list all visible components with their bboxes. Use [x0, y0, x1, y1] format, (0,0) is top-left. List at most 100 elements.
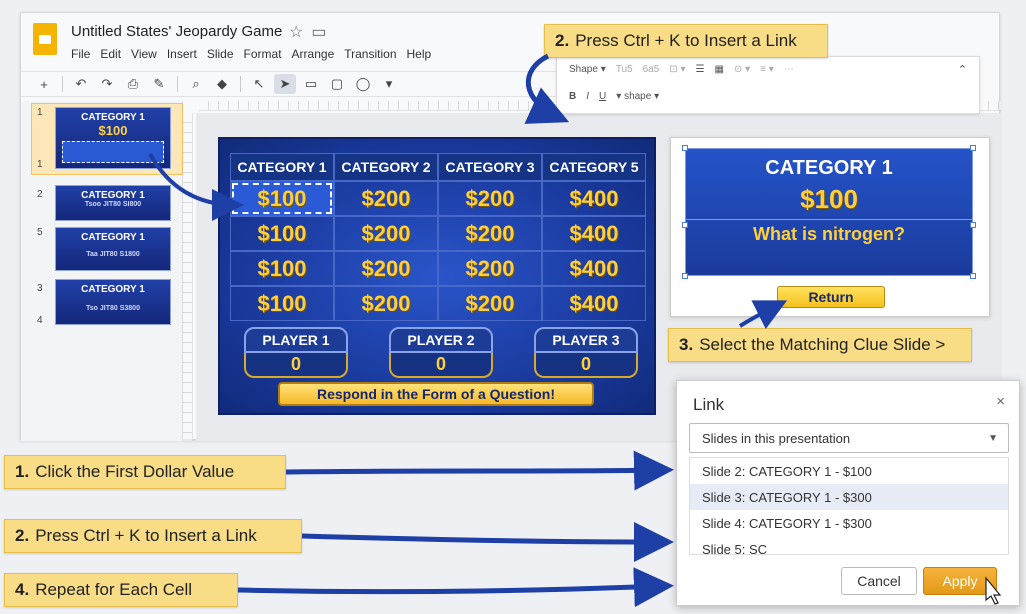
menu-transition[interactable]: Transition	[344, 47, 396, 61]
paint-format-icon[interactable]: ✎	[148, 74, 170, 94]
dollar-cell[interactable]: $200	[438, 216, 542, 251]
board-row: $100 $200 $200 $400	[230, 181, 646, 216]
jeopardy-board-slide[interactable]: CATEGORY 1 CATEGORY 2 CATEGORY 3 CATEGOR…	[218, 137, 656, 415]
more-icon[interactable]: ⋯	[784, 64, 794, 75]
dollar-cell[interactable]: $100	[230, 286, 334, 321]
menu-arrange[interactable]: Arrange	[292, 47, 335, 61]
clue-divider	[686, 219, 972, 220]
clue-slide[interactable]: CATEGORY 1 $100 What is nitrogen? Return	[670, 137, 990, 317]
image-icon[interactable]: ▢	[326, 74, 348, 94]
dialog-title: Link	[693, 395, 725, 414]
menu-file[interactable]: File	[71, 47, 90, 61]
bold-button[interactable]: B	[569, 91, 576, 102]
menu-insert[interactable]: Insert	[167, 47, 197, 61]
textbox-icon[interactable]: ▭	[300, 74, 322, 94]
font-size-icon-2[interactable]: 6a5	[643, 64, 660, 75]
document-title[interactable]: Untitled States' Jeopardy Game	[71, 23, 282, 40]
slide-option-highlighted[interactable]: Slide 3: CATEGORY 1 - $300	[690, 484, 1008, 510]
title-icons: ☆▭	[289, 22, 334, 42]
underline-button[interactable]: U	[599, 91, 606, 102]
resize-handle[interactable]	[970, 273, 976, 279]
cancel-button[interactable]: Cancel	[841, 567, 917, 595]
menu-view[interactable]: View	[131, 47, 157, 61]
player-score: 0	[389, 353, 493, 378]
dollar-cell[interactable]: $200	[438, 181, 542, 216]
shape-dropdown[interactable]: Shape ▾	[569, 64, 606, 75]
redo-icon[interactable]: ↷	[96, 74, 118, 94]
menu-slide[interactable]: Slide	[207, 47, 234, 61]
slide-option[interactable]: Slide 4: CATEGORY 1 - $300	[690, 510, 1008, 536]
arrow-step-1	[285, 450, 674, 491]
slide-option[interactable]: Slide 5: SC	[690, 536, 1008, 562]
dollar-cell[interactable]: $200	[438, 251, 542, 286]
dollar-cell[interactable]: $400	[542, 286, 646, 321]
close-icon[interactable]: ×	[996, 393, 1005, 410]
dollar-cell[interactable]: $400	[542, 181, 646, 216]
shape-icon[interactable]: ◯	[352, 74, 374, 94]
thumbnail-image: CATEGORY 1 Tsoo JIT80 SI800	[55, 185, 171, 221]
dollar-cell[interactable]: $400	[542, 251, 646, 286]
apply-button[interactable]: Apply	[923, 567, 997, 595]
clue-value: $100	[800, 184, 858, 214]
resize-handle[interactable]	[970, 145, 976, 151]
new-slide-icon[interactable]: +	[33, 74, 55, 94]
link-source-select[interactable]: Slides in this presentation ▼	[689, 423, 1009, 453]
thumbnail-slide-2[interactable]: 2 CATEGORY 1 Tsoo JIT80 SI800	[25, 185, 175, 225]
slide-option[interactable]: Slide 2: CATEGORY 1 - $100	[690, 458, 1008, 484]
slides-logo-icon[interactable]	[33, 23, 57, 55]
arrow-step-2	[301, 521, 674, 562]
thumbnail-slide-5[interactable]: 5 CATEGORY 1 Taa JIT80 S1800	[25, 227, 175, 273]
players-row: PLAYER 1 0 PLAYER 2 0 PLAYER 3 0	[244, 327, 638, 378]
menu-help[interactable]: Help	[407, 47, 432, 61]
dollar-cell[interactable]: $200	[438, 286, 542, 321]
select-tool-icon[interactable]: ➤	[274, 74, 296, 94]
thumbnail-number: 1	[37, 159, 43, 170]
dollar-cell[interactable]: $200	[334, 286, 438, 321]
undo-icon[interactable]: ↶	[70, 74, 92, 94]
board-header-row: CATEGORY 1 CATEGORY 2 CATEGORY 3 CATEGOR…	[230, 153, 646, 181]
arrow-step-4	[237, 567, 674, 608]
resize-handle[interactable]	[682, 273, 688, 279]
callout-text: Select the Matching Clue Slide >	[699, 335, 946, 354]
collapse-icon[interactable]: ⌃	[958, 63, 967, 76]
clue-box[interactable]: CATEGORY 1 $100 What is nitrogen?	[685, 148, 973, 276]
thumbnail-image: CATEGORY 1 Taa JIT80 S1800	[55, 227, 171, 271]
line-icon[interactable]: ▾	[378, 74, 400, 94]
align-icon[interactable]: ☰	[695, 64, 704, 75]
font-size-icon[interactable]: Tu5	[616, 64, 633, 75]
resize-handle[interactable]	[682, 222, 688, 228]
menu-format[interactable]: Format	[244, 47, 282, 61]
fill-icon[interactable]: ◆	[211, 74, 233, 94]
board-grid: CATEGORY 1 CATEGORY 2 CATEGORY 3 CATEGOR…	[230, 153, 646, 321]
dollar-cell[interactable]: $400	[542, 216, 646, 251]
player-score: 0	[534, 353, 638, 378]
callout-number: 1.	[15, 462, 30, 481]
dollar-cell[interactable]: $200	[334, 251, 438, 286]
menu-edit[interactable]: Edit	[100, 47, 121, 61]
folder-icon[interactable]: ▭	[311, 24, 334, 41]
callout-step-2: 2. Press Ctrl + K to Insert a Link	[4, 519, 302, 553]
dollar-cell[interactable]: $200	[334, 181, 438, 216]
resize-handle[interactable]	[682, 145, 688, 151]
zoom-icon[interactable]: ⌕	[185, 74, 207, 94]
spacing-icon[interactable]: ≡ ▾	[760, 64, 774, 75]
border-icon[interactable]: ⊡ ▾	[669, 64, 685, 75]
player-name: PLAYER 2	[389, 327, 493, 353]
print-icon[interactable]: ⎙	[122, 74, 144, 94]
dollar-cell[interactable]: $100	[230, 216, 334, 251]
thumbnail-slide-1[interactable]: 1 1 CATEGORY 1 $100	[25, 103, 183, 175]
link-icon[interactable]: ⊙ ▾	[734, 64, 750, 75]
star-icon[interactable]: ☆	[289, 24, 311, 41]
columns-icon[interactable]: ▦	[714, 64, 723, 75]
dollar-cell[interactable]: $200	[334, 216, 438, 251]
category-header: CATEGORY 5	[542, 153, 646, 181]
cursor-small-icon[interactable]: ↖	[248, 74, 270, 94]
dollar-cell-selected[interactable]: $100	[230, 181, 334, 216]
resize-handle[interactable]	[970, 222, 976, 228]
shape-style-dropdown[interactable]: ▾ shape ▾	[616, 91, 659, 102]
italic-button[interactable]: I	[586, 91, 589, 102]
callout-step-1: 1. Click the First Dollar Value	[4, 455, 286, 489]
return-button[interactable]: Return	[777, 286, 885, 308]
thumbnail-slide-3[interactable]: 3 4 CATEGORY 1 Tso JIT80 S3800	[25, 279, 175, 329]
dollar-cell[interactable]: $100	[230, 251, 334, 286]
